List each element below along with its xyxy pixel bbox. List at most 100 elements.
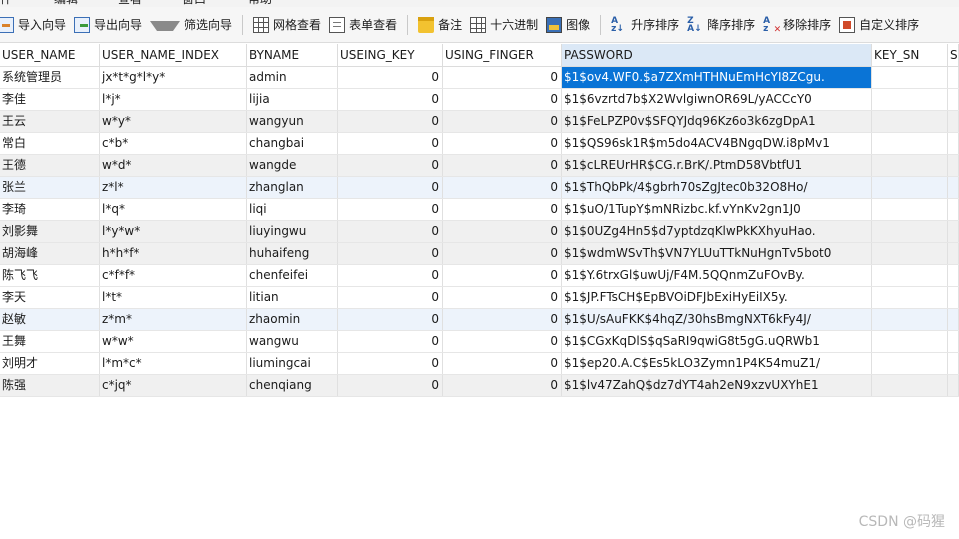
cell-se[interactable]	[948, 89, 959, 110]
cell-using-finger[interactable]: 0	[443, 155, 562, 176]
cell-key-sn[interactable]	[872, 199, 948, 220]
cell-byname[interactable]: changbai	[247, 133, 338, 154]
cell-se[interactable]	[948, 155, 959, 176]
import-wizard-button[interactable]: 导入向导	[0, 13, 70, 37]
cell-user-name[interactable]: 常白	[0, 133, 100, 154]
cell-key-sn[interactable]	[872, 265, 948, 286]
cell-user-name[interactable]: 李佳	[0, 89, 100, 110]
cell-byname[interactable]: liumingcai	[247, 353, 338, 374]
table-row[interactable]: 陈飞飞 c*f*f* chenfeifei 0 0 $1$Y.6trxGl$uwUj/F4…	[0, 265, 959, 287]
cell-user-name-index[interactable]: w*w*	[100, 331, 247, 352]
table-row[interactable]: 李琦 l*q* liqi 0 0 $1$uO/1TupY$mNRizbc.kf.vYnKv…	[0, 199, 959, 221]
cell-byname[interactable]: huhaifeng	[247, 243, 338, 264]
cell-byname[interactable]: liuyingwu	[247, 221, 338, 242]
cell-se[interactable]	[948, 221, 959, 242]
column-header-se[interactable]: SE	[948, 44, 959, 66]
table-row[interactable]: 王舞 w*w* wangwu 0 0 $1$CGxKqDlS$qSaRI9qwiG8t5g…	[0, 331, 959, 353]
cell-user-name[interactable]: 胡海峰	[0, 243, 100, 264]
cell-byname[interactable]: zhanglan	[247, 177, 338, 198]
cell-user-name[interactable]: 刘明才	[0, 353, 100, 374]
cell-using-finger[interactable]: 0	[443, 133, 562, 154]
cell-useing-key[interactable]: 0	[338, 243, 443, 264]
cell-user-name-index[interactable]: jx*t*g*l*y*	[100, 67, 247, 88]
table-row[interactable]: 王德 w*d* wangde 0 0 $1$cLREUrHR$CG.r.BrK/.PtmD…	[0, 155, 959, 177]
cell-user-name-index[interactable]: l*q*	[100, 199, 247, 220]
column-header-key-sn[interactable]: KEY_SN	[872, 44, 948, 66]
cell-user-name-index[interactable]: l*t*	[100, 287, 247, 308]
cell-user-name[interactable]: 李天	[0, 287, 100, 308]
cell-password[interactable]: $1$ep20.A.C$Es5kLO3Zymn1P4K54muZ1/	[562, 353, 872, 374]
cell-useing-key[interactable]: 0	[338, 309, 443, 330]
table-row[interactable]: 常白 c*b* changbai 0 0 $1$QS96sk1R$m5do4ACV4BNg…	[0, 133, 959, 155]
table-row[interactable]: 刘影舞 l*y*w* liuyingwu 0 0 $1$0UZg4Hn5$d7yptdzq…	[0, 221, 959, 243]
cell-password[interactable]: $1$wdmWSvTh$VN7YLUuTTkNuHgnTv5bot0	[562, 243, 872, 264]
column-header-useing-key[interactable]: USEING_KEY	[338, 44, 443, 66]
cell-useing-key[interactable]: 0	[338, 177, 443, 198]
column-header-byname[interactable]: BYNAME	[247, 44, 338, 66]
column-header-using-finger[interactable]: USING_FINGER	[443, 44, 562, 66]
cell-byname[interactable]: chenqiang	[247, 375, 338, 396]
table-row[interactable]: 陈强 c*jq* chenqiang 0 0 $1$lv47ZahQ$dz7dYT4ah2…	[0, 375, 959, 397]
cell-useing-key[interactable]: 0	[338, 287, 443, 308]
cell-using-finger[interactable]: 0	[443, 177, 562, 198]
cell-byname[interactable]: chenfeifei	[247, 265, 338, 286]
cell-se[interactable]	[948, 353, 959, 374]
cell-using-finger[interactable]: 0	[443, 67, 562, 88]
cell-user-name-index[interactable]: c*f*f*	[100, 265, 247, 286]
form-view-button[interactable]: 表单查看	[325, 13, 401, 37]
cell-useing-key[interactable]: 0	[338, 353, 443, 374]
cell-se[interactable]	[948, 133, 959, 154]
cell-password[interactable]: $1$cLREUrHR$CG.r.BrK/.PtmD58VbtfU1	[562, 155, 872, 176]
menu-view[interactable]: 查看	[118, 0, 182, 7]
cell-useing-key[interactable]: 0	[338, 199, 443, 220]
cell-byname[interactable]: litian	[247, 287, 338, 308]
cell-using-finger[interactable]: 0	[443, 375, 562, 396]
cell-password[interactable]: $1$JP.FTsCH$EpBVOiDFJbExiHyEiIX5y.	[562, 287, 872, 308]
cell-se[interactable]	[948, 177, 959, 198]
cell-password[interactable]: $1$FeLPZP0v$SFQYJdq96Kz6o3k6zgDpA1	[562, 111, 872, 132]
cell-useing-key[interactable]: 0	[338, 111, 443, 132]
cell-using-finger[interactable]: 0	[443, 287, 562, 308]
cell-user-name-index[interactable]: w*y*	[100, 111, 247, 132]
cell-useing-key[interactable]: 0	[338, 265, 443, 286]
cell-se[interactable]	[948, 199, 959, 220]
menu-file[interactable]: 件	[0, 0, 54, 7]
cell-password[interactable]: $1$ThQbPk/4$gbrh70sZgJtec0b32O8Ho/	[562, 177, 872, 198]
cell-key-sn[interactable]	[872, 243, 948, 264]
cell-se[interactable]	[948, 265, 959, 286]
cell-using-finger[interactable]: 0	[443, 221, 562, 242]
cell-se[interactable]	[948, 243, 959, 264]
cell-useing-key[interactable]: 0	[338, 155, 443, 176]
cell-password[interactable]: $1$CGxKqDlS$qSaRI9qwiG8t5gG.uQRWb1	[562, 331, 872, 352]
cell-byname[interactable]: liqi	[247, 199, 338, 220]
cell-user-name-index[interactable]: h*h*f*	[100, 243, 247, 264]
table-row[interactable]: 刘明才 l*m*c* liumingcai 0 0 $1$ep20.A.C$Es5kLO3…	[0, 353, 959, 375]
cell-user-name-index[interactable]: w*d*	[100, 155, 247, 176]
cell-byname[interactable]: wangwu	[247, 331, 338, 352]
note-button[interactable]: 备注	[414, 13, 466, 37]
custom-sort-button[interactable]: 自定义排序	[835, 13, 923, 37]
cell-key-sn[interactable]	[872, 375, 948, 396]
cell-password[interactable]: $1$lv47ZahQ$dz7dYT4ah2eN9xzvUXYhE1	[562, 375, 872, 396]
menu-help[interactable]: 帮助	[248, 0, 304, 7]
cell-useing-key[interactable]: 0	[338, 67, 443, 88]
cell-user-name[interactable]: 王舞	[0, 331, 100, 352]
cell-key-sn[interactable]	[872, 221, 948, 242]
cell-user-name-index[interactable]: l*m*c*	[100, 353, 247, 374]
cell-using-finger[interactable]: 0	[443, 89, 562, 110]
cell-user-name[interactable]: 刘影舞	[0, 221, 100, 242]
sort-asc-button[interactable]: Az↓ 升序排序	[607, 13, 683, 37]
cell-byname[interactable]: admin	[247, 67, 338, 88]
cell-byname[interactable]: lijia	[247, 89, 338, 110]
cell-key-sn[interactable]	[872, 287, 948, 308]
cell-using-finger[interactable]: 0	[443, 309, 562, 330]
filter-wizard-button[interactable]: 筛选向导	[146, 13, 236, 37]
cell-useing-key[interactable]: 0	[338, 89, 443, 110]
cell-key-sn[interactable]	[872, 309, 948, 330]
cell-user-name[interactable]: 李琦	[0, 199, 100, 220]
table-row[interactable]: 王云 w*y* wangyun 0 0 $1$FeLPZP0v$SFQYJdq96Kz6o…	[0, 111, 959, 133]
cell-se[interactable]	[948, 67, 959, 88]
export-wizard-button[interactable]: 导出向导	[70, 13, 146, 37]
cell-user-name-index[interactable]: c*b*	[100, 133, 247, 154]
cell-user-name-index[interactable]: l*j*	[100, 89, 247, 110]
